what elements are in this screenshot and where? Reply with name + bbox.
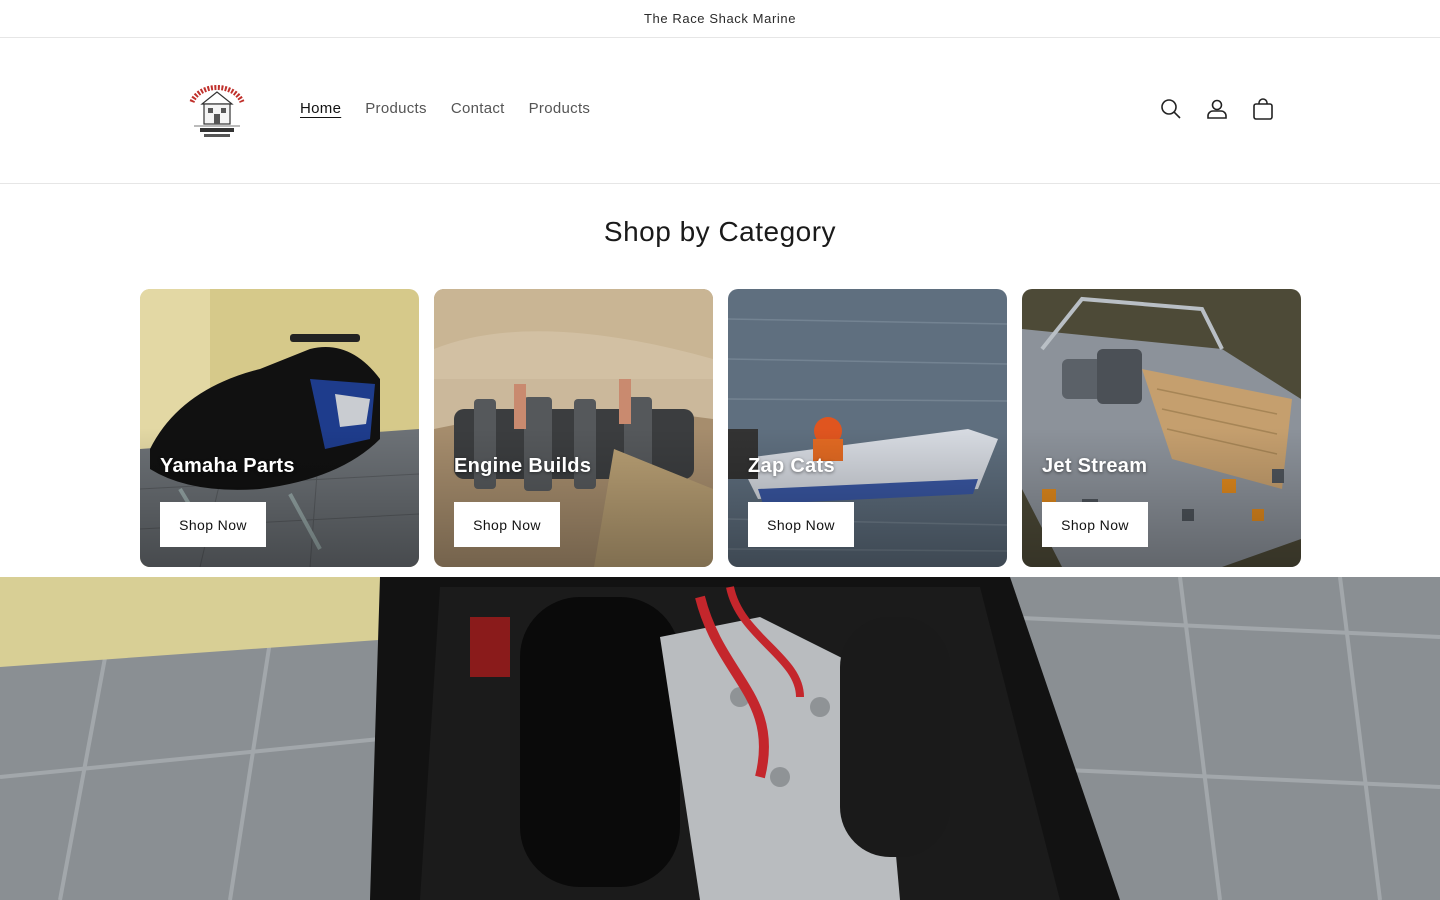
- category-title: Yamaha Parts: [160, 455, 295, 477]
- section-title: Shop by Category: [603, 216, 837, 247]
- nav-contact[interactable]: Contact: [451, 100, 505, 117]
- category-title: Zap Cats: [748, 455, 835, 477]
- nav-home[interactable]: Home: [300, 100, 341, 117]
- main-nav: Home Products Contact Products: [300, 100, 590, 117]
- shop-now-button[interactable]: Shop Now: [1042, 502, 1148, 547]
- nav-products[interactable]: Products: [365, 100, 427, 117]
- announcement-text: The Race Shack Marine: [643, 11, 797, 26]
- site-logo[interactable]: [186, 82, 248, 140]
- shop-now-button[interactable]: Shop Now: [748, 502, 854, 547]
- site-header: Home Products Contact Products: [0, 38, 1440, 184]
- category-card-engine-builds[interactable]: Engine Builds Shop Now: [434, 289, 713, 567]
- category-grid: Yamaha Parts Shop Now Engine Builds Shop…: [140, 289, 1301, 567]
- category-card-jet-stream[interactable]: Jet Stream Shop Now: [1022, 289, 1301, 567]
- hero-banner-image: [0, 577, 1440, 900]
- search-icon[interactable]: [1158, 96, 1184, 122]
- header-actions: [1158, 96, 1276, 122]
- category-title: Jet Stream: [1042, 455, 1148, 477]
- shop-now-button[interactable]: Shop Now: [160, 502, 266, 547]
- cart-icon[interactable]: [1250, 96, 1276, 122]
- nav-products-secondary[interactable]: Products: [529, 100, 591, 117]
- announcement-bar: The Race Shack Marine: [0, 0, 1440, 38]
- account-icon[interactable]: [1204, 96, 1230, 122]
- category-card-yamaha-parts[interactable]: Yamaha Parts Shop Now: [140, 289, 419, 567]
- category-title: Engine Builds: [454, 455, 592, 477]
- shop-now-button[interactable]: Shop Now: [454, 502, 560, 547]
- category-card-zap-cats[interactable]: Zap Cats Shop Now: [728, 289, 1007, 567]
